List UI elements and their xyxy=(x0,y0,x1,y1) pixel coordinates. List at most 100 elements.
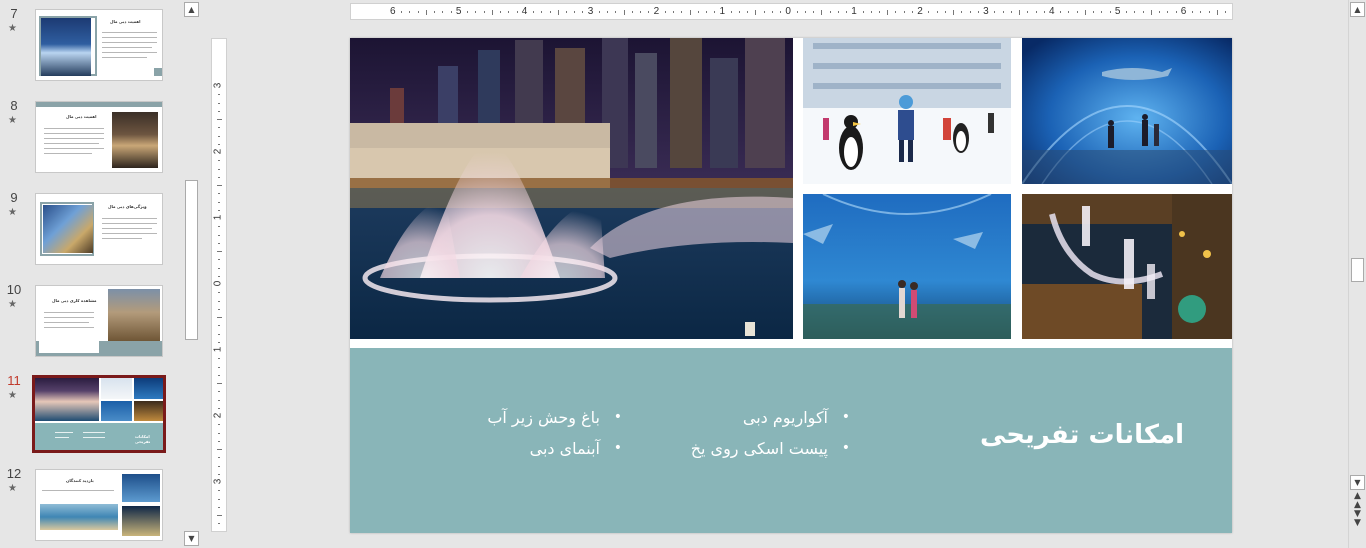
thumbnail-preview: اهمیت دبی مال xyxy=(35,9,163,81)
slide-thumbnail-pane[interactable]: 7 ★ اهمیت دبی مال 8 ★ اهمیت دبی مال 9 ★ … xyxy=(0,0,182,548)
bullet-item[interactable]: آبنمای دبی xyxy=(487,433,622,464)
thumbnail-slide-7[interactable]: 7 ★ اهمیت دبی مال xyxy=(0,6,182,86)
thumbnail-slide-8[interactable]: 8 ★ اهمیت دبی مال xyxy=(0,98,182,178)
ruler-tick xyxy=(218,465,220,467)
ruler-tick xyxy=(977,11,979,13)
scroll-down-button[interactable]: ▼ xyxy=(1350,475,1365,490)
mini-text-line xyxy=(102,238,142,239)
slide-title[interactable]: امکانات تفریحی xyxy=(980,420,1184,450)
bullet-list-left[interactable]: باغ وحش زیر آب آبنمای دبی xyxy=(487,402,622,464)
transition-star-icon: ★ xyxy=(8,299,17,310)
thumbnail-slide-11[interactable]: 11 ★ امکانات تفریحی xyxy=(0,373,182,453)
slide-number: 10 xyxy=(6,282,22,297)
ruler-tick xyxy=(1216,10,1218,15)
slide-number: 11 xyxy=(7,373,21,388)
mini-photo xyxy=(108,289,160,341)
ruler-tick xyxy=(217,449,222,450)
ruler-tick xyxy=(217,119,222,120)
photo-fountain-aerial[interactable] xyxy=(1022,194,1232,339)
thumbnail-slide-10[interactable]: 10 ★ مشاهده کاری دبی مال xyxy=(0,282,182,362)
slide-scrollbar[interactable]: ▲ ▼ ▲ ▲ ▼ ▼ xyxy=(1348,0,1366,548)
ruler-tick xyxy=(217,317,222,318)
ruler-tick xyxy=(879,11,880,13)
ruler-tick xyxy=(846,11,848,13)
ruler-tick xyxy=(1002,11,1004,13)
photo-aquarium-tank[interactable] xyxy=(803,194,1011,339)
bullet-item[interactable]: آکواریوم دبی xyxy=(691,402,850,433)
double-down-icon[interactable]: ▼ ▼ xyxy=(1350,510,1365,528)
ruler-tick xyxy=(218,143,220,145)
thumbnail-preview: بازدید کنندگان xyxy=(35,469,163,541)
ruler-tick xyxy=(467,11,469,13)
mini-photo xyxy=(43,205,93,253)
mini-text-line xyxy=(44,148,104,149)
mini-accent xyxy=(36,102,162,107)
scroll-up-button[interactable]: ▲ xyxy=(1350,2,1365,17)
double-up-icon[interactable]: ▲ ▲ xyxy=(1350,492,1365,510)
ruler-tick xyxy=(218,94,220,96)
ruler-tick xyxy=(218,292,220,294)
ruler-tick xyxy=(442,11,444,13)
ruler-tick xyxy=(218,523,220,525)
aquarium-tunnel-image xyxy=(1022,38,1232,184)
mini-photo xyxy=(134,378,163,399)
scroll-thumb[interactable] xyxy=(185,180,198,340)
ruler-tick xyxy=(217,251,222,252)
ruler-tick xyxy=(1043,11,1045,13)
ruler-tick xyxy=(565,11,567,13)
mini-text-line xyxy=(102,228,152,229)
mini-text-line xyxy=(102,37,157,38)
ruler-label: 6 xyxy=(1180,6,1187,17)
ruler-tick xyxy=(217,185,222,186)
ruler-tick xyxy=(218,234,220,236)
ruler-tick xyxy=(218,102,220,104)
ruler-tick xyxy=(780,11,782,13)
ruler-tick xyxy=(218,275,220,277)
ruler-tick xyxy=(557,10,559,15)
mini-text-line xyxy=(44,312,94,313)
ruler-tick xyxy=(217,515,222,516)
ruler-tick xyxy=(475,11,477,13)
ruler-label: 4 xyxy=(1049,6,1055,17)
ruler-tick xyxy=(218,490,220,492)
ruler-tick xyxy=(615,11,617,13)
ruler-tick xyxy=(1010,11,1012,13)
ruler-tick xyxy=(450,11,452,13)
photo-ice-rink[interactable] xyxy=(803,38,1011,184)
slide-canvas[interactable]: امکانات تفریحی آکواریوم دبی پیست اسکی رو… xyxy=(350,38,1232,533)
photo-dubai-fountain[interactable] xyxy=(350,38,793,339)
scroll-thumb[interactable] xyxy=(1351,258,1364,282)
ruler-tick xyxy=(681,11,683,13)
mini-text-line xyxy=(102,42,157,43)
mini-photo xyxy=(101,401,132,421)
scroll-down-button[interactable]: ▼ xyxy=(184,531,199,546)
ruler-label: 3 xyxy=(587,6,594,17)
ruler-tick xyxy=(862,11,864,13)
bullet-item[interactable]: باغ وحش زیر آب xyxy=(487,402,622,433)
ruler-tick xyxy=(1060,11,1062,13)
transition-star-icon: ★ xyxy=(8,207,17,218)
ruler-tick xyxy=(409,11,411,13)
ruler-tick xyxy=(218,374,220,376)
thumbnail-scrollbar[interactable]: ▲ ▼ xyxy=(183,0,200,548)
bullet-item[interactable]: پیست اسکی روی یخ xyxy=(691,433,851,464)
thumbnail-slide-9[interactable]: 9 ★ ویژگی‌های دبی مال xyxy=(0,190,182,270)
slide-editing-area[interactable]: 6543210123456 3210123 امکانات تفریحی • آ… xyxy=(202,0,1348,548)
ruler-tick xyxy=(771,11,773,13)
mini-text-line xyxy=(44,327,94,328)
photo-aquarium-tunnel[interactable] xyxy=(1022,38,1232,184)
scroll-up-button[interactable]: ▲ xyxy=(184,2,199,17)
mini-photo xyxy=(35,378,99,421)
ruler-label: 1 xyxy=(851,6,857,17)
mini-text-line xyxy=(102,47,152,48)
ruler-tick xyxy=(944,11,946,13)
bullet-list-right[interactable]: آکواریوم دبی پیست اسکی روی یخ xyxy=(691,402,851,464)
thumbnail-slide-12[interactable]: 12 ★ بازدید کنندگان xyxy=(0,466,182,546)
ruler-tick xyxy=(218,127,220,129)
mini-text-line xyxy=(44,153,92,154)
mini-text-line xyxy=(44,143,99,144)
ruler-tick xyxy=(1076,11,1078,13)
ruler-tick xyxy=(218,498,220,500)
ruler-tick xyxy=(1175,11,1177,13)
ruler-tick xyxy=(607,11,609,13)
